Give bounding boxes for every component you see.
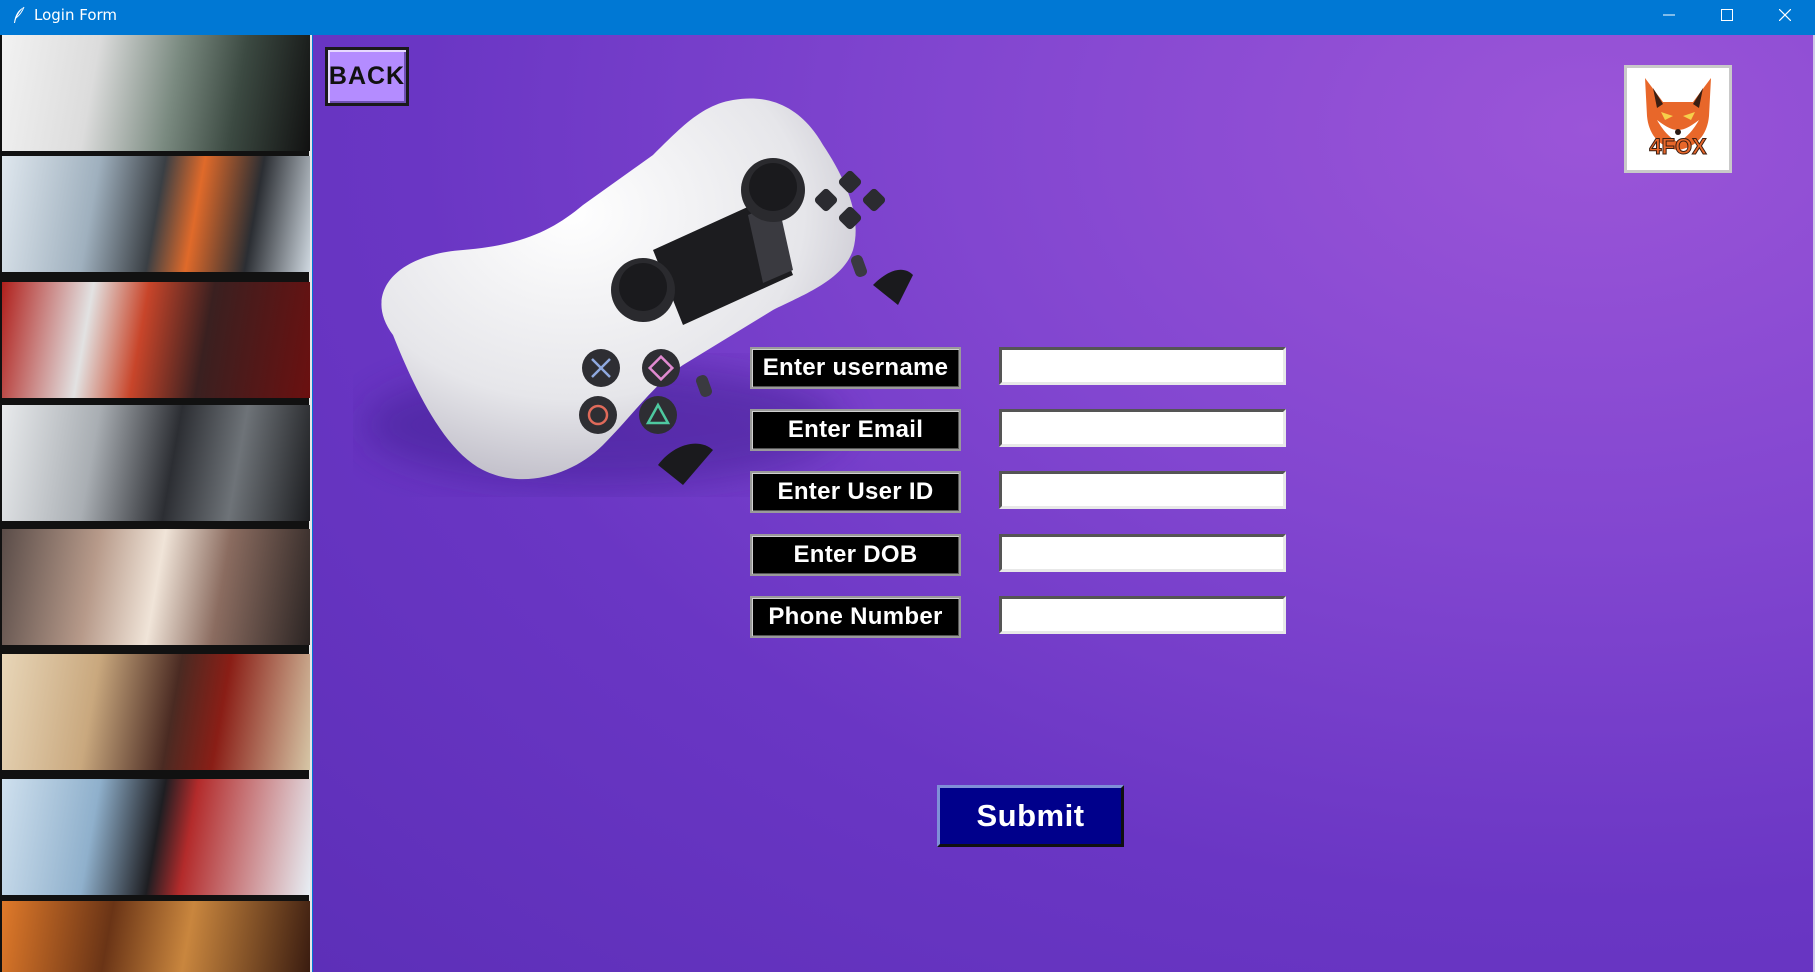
- close-icon: [1779, 9, 1791, 21]
- email-input[interactable]: [999, 409, 1286, 447]
- email-label: Enter Email: [750, 409, 961, 451]
- close-button[interactable]: [1756, 0, 1814, 30]
- title-bar: Login Form: [0, 0, 1815, 30]
- game-art-tile: [2, 779, 310, 895]
- window-title: Login Form: [34, 6, 118, 24]
- fox-logo: 4FOX: [1624, 65, 1732, 173]
- submit-button[interactable]: Submit: [937, 785, 1124, 847]
- game-art-tile: [2, 282, 310, 398]
- maximize-icon: [1721, 9, 1733, 21]
- main-panel: BACK 4FOX Enter username Enter Email Ent…: [313, 35, 1815, 972]
- minimize-button[interactable]: [1640, 0, 1698, 30]
- minimize-icon: [1663, 9, 1675, 21]
- logo-text: 4FOX: [1649, 134, 1707, 160]
- game-art-tile: [2, 901, 310, 972]
- user-id-input[interactable]: [999, 471, 1286, 509]
- client-area: BACK 4FOX Enter username Enter Email Ent…: [0, 35, 1815, 972]
- game-art-tile: [2, 654, 310, 770]
- username-input[interactable]: [999, 347, 1286, 385]
- dob-label: Enter DOB: [750, 534, 961, 576]
- maximize-button[interactable]: [1698, 0, 1756, 30]
- phone-number-input[interactable]: [999, 596, 1286, 634]
- game-art-tile: [2, 529, 310, 645]
- user-id-label: Enter User ID: [750, 471, 961, 513]
- controller-image: [363, 98, 913, 485]
- dob-input[interactable]: [999, 534, 1286, 572]
- game-art-tile: [2, 35, 310, 151]
- username-label: Enter username: [750, 347, 961, 389]
- feather-icon: [12, 6, 26, 24]
- game-art-tile: [2, 405, 310, 521]
- game-art-strip: [0, 35, 312, 972]
- game-art-tile: [2, 156, 310, 272]
- phone-number-label: Phone Number: [750, 596, 961, 638]
